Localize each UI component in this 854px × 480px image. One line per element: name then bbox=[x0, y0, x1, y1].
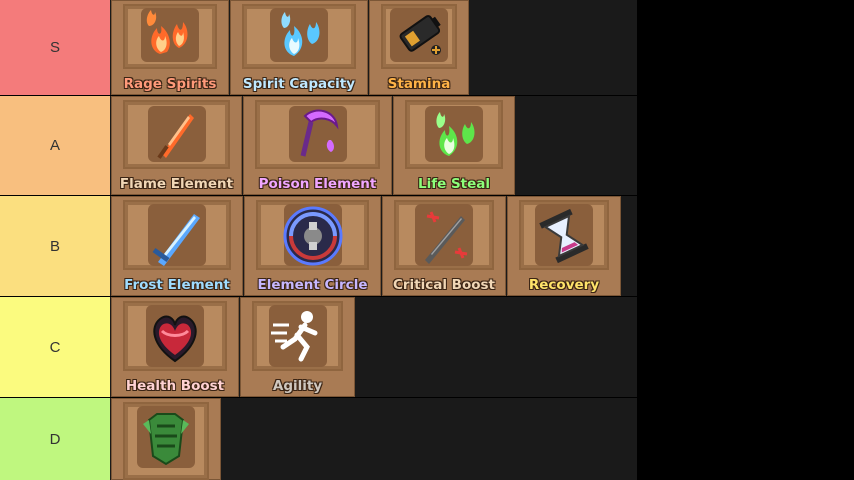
item-spirit-capacity[interactable]: Spirit Capacity bbox=[230, 0, 368, 95]
ice-sword-icon bbox=[148, 204, 206, 266]
item-poison-element[interactable]: Poison Element bbox=[243, 96, 392, 195]
item-frost-element[interactable]: Frost Element bbox=[111, 196, 243, 296]
item-name: Critical Boost bbox=[392, 277, 496, 293]
flame-sword-icon bbox=[147, 106, 206, 162]
tier-label-b[interactable]: B bbox=[0, 196, 110, 296]
blue-spirits-icon bbox=[270, 8, 328, 62]
tier-row-b: B Frost Element Element Circle Critical … bbox=[0, 196, 637, 297]
tier-label-text: A bbox=[49, 137, 60, 154]
tier-label-text: D bbox=[49, 430, 61, 448]
item-life-steal[interactable]: Life Steal bbox=[393, 96, 515, 195]
item-recovery[interactable]: Recovery bbox=[507, 196, 621, 296]
tier-label-c[interactable]: C bbox=[0, 297, 110, 397]
item-name: Recovery bbox=[528, 277, 600, 293]
green-armor-icon bbox=[137, 406, 195, 468]
item-name: Agility bbox=[272, 378, 323, 394]
tier-label-s[interactable]: S bbox=[0, 0, 110, 95]
item-element-circle[interactable]: Element Circle bbox=[244, 196, 381, 296]
item-name: Health Boost bbox=[125, 378, 225, 394]
tier-label-text: S bbox=[49, 39, 60, 56]
tier-label-a[interactable]: A bbox=[0, 96, 110, 195]
item-name: Frost Element bbox=[124, 277, 230, 293]
item-name: Flame Element bbox=[119, 176, 234, 192]
item-name: Element Circle bbox=[257, 277, 368, 293]
tier-label-text: C bbox=[49, 338, 61, 356]
item-critical-boost[interactable]: Critical Boost bbox=[382, 196, 506, 296]
tier-row-c: C Health Boost Agility bbox=[0, 297, 637, 398]
hourglass-icon bbox=[535, 204, 593, 266]
green-spirits-icon bbox=[425, 106, 483, 162]
tier-label-d[interactable]: D bbox=[0, 398, 110, 480]
item-name: Life Steal bbox=[417, 176, 491, 192]
item-agility[interactable]: Agility bbox=[240, 297, 355, 397]
item-rage-spirits[interactable]: Rage Spirits bbox=[111, 0, 229, 95]
tier-row-s: S Rage Spirits Spirit Capacity bbox=[0, 0, 637, 96]
item-health-boost[interactable]: Health Boost bbox=[111, 297, 239, 397]
item-flame-element[interactable]: Flame Element bbox=[111, 96, 242, 195]
item-name: Stamina bbox=[387, 76, 451, 92]
tier-label-text: B bbox=[49, 237, 60, 255]
item-name: Spirit Capacity bbox=[242, 76, 356, 92]
heart-icon bbox=[146, 305, 204, 367]
critical-sword-icon bbox=[415, 204, 473, 266]
item-name: Rage Spirits bbox=[123, 76, 217, 92]
element-circle-icon bbox=[283, 204, 342, 266]
fire-spirits-icon bbox=[141, 8, 199, 62]
tier-row-a: A Flame Element Poison Element Life Stea… bbox=[0, 96, 637, 196]
tier-list-board: S Rage Spirits Spirit Capacity bbox=[0, 0, 637, 480]
item-stamina[interactable]: Stamina bbox=[369, 0, 469, 95]
tier-row-d: D bbox=[0, 398, 637, 480]
battery-icon bbox=[390, 8, 448, 62]
running-figure-icon bbox=[268, 305, 327, 367]
item-name: Poison Element bbox=[258, 176, 377, 192]
item-green-armor[interactable] bbox=[111, 398, 221, 480]
poison-scythe-icon bbox=[288, 106, 347, 162]
